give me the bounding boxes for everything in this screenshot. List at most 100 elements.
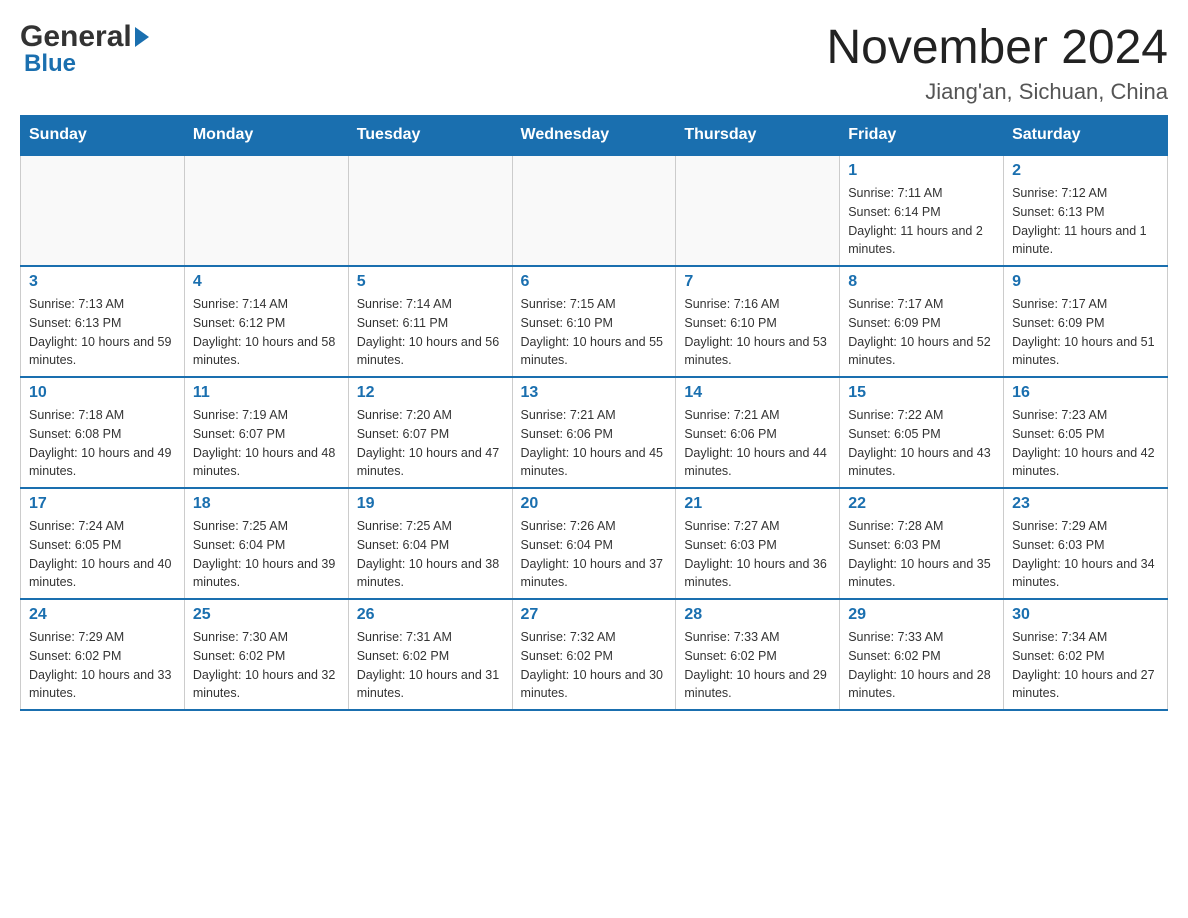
- calendar-cell: 2Sunrise: 7:12 AMSunset: 6:13 PMDaylight…: [1004, 155, 1168, 266]
- calendar-cell: 16Sunrise: 7:23 AMSunset: 6:05 PMDayligh…: [1004, 377, 1168, 488]
- day-info: Sunrise: 7:21 AMSunset: 6:06 PMDaylight:…: [684, 406, 831, 481]
- day-info: Sunrise: 7:11 AMSunset: 6:14 PMDaylight:…: [848, 184, 995, 259]
- day-info: Sunrise: 7:27 AMSunset: 6:03 PMDaylight:…: [684, 517, 831, 592]
- day-number: 9: [1012, 273, 1159, 291]
- day-number: 17: [29, 495, 176, 513]
- calendar-cell: 24Sunrise: 7:29 AMSunset: 6:02 PMDayligh…: [21, 599, 185, 710]
- logo-triangle-icon: [135, 27, 149, 47]
- calendar-cell: 5 Sunrise: 7:14 AMSunset: 6:11 PMDaylight…: [348, 266, 512, 377]
- day-number: 14: [684, 384, 831, 402]
- weekday-header-saturday: Saturday: [1004, 116, 1168, 156]
- day-number: 1: [848, 162, 995, 180]
- weekday-header-friday: Friday: [840, 116, 1004, 156]
- day-number: 27: [521, 606, 668, 624]
- day-info: Sunrise: 7:14 AMSunset: 6:12 PMDaylight:…: [193, 295, 340, 370]
- calendar-cell: 19Sunrise: 7:25 AMSunset: 6:04 PMDayligh…: [348, 488, 512, 599]
- day-number: 8: [848, 273, 995, 291]
- calendar-cell: 13 Sunrise: 7:21 AMSunset: 6:06 PMDayligh…: [512, 377, 676, 488]
- day-number: 4: [193, 273, 340, 291]
- calendar-cell: 14 Sunrise: 7:21 AMSunset: 6:06 PMDayligh…: [676, 377, 840, 488]
- calendar-cell: 22 Sunrise: 7:28 AMSunset: 6:03 PMDayligh…: [840, 488, 1004, 599]
- day-info: Sunrise: 7:17 AMSunset: 6:09 PMDaylight:…: [848, 295, 995, 370]
- logo-blue-text: Blue: [24, 50, 149, 78]
- day-info: Sunrise: 7:22 AMSunset: 6:05 PMDaylight:…: [848, 406, 995, 481]
- day-number: 15: [848, 384, 995, 402]
- day-number: 22: [848, 495, 995, 513]
- calendar-cell: 25 Sunrise: 7:30 AMSunset: 6:02 PMDayligh…: [184, 599, 348, 710]
- calendar-cell: 21Sunrise: 7:27 AMSunset: 6:03 PMDayligh…: [676, 488, 840, 599]
- calendar-cell: [676, 155, 840, 266]
- day-number: 19: [357, 495, 504, 513]
- day-number: 30: [1012, 606, 1159, 624]
- location-title: Jiang'an, Sichuan, China: [826, 79, 1168, 105]
- day-number: 7: [684, 273, 831, 291]
- calendar-cell: 28 Sunrise: 7:33 AMSunset: 6:02 PMDayligh…: [676, 599, 840, 710]
- calendar-cell: 7Sunrise: 7:16 AMSunset: 6:10 PMDaylight…: [676, 266, 840, 377]
- calendar-cell: 29 Sunrise: 7:33 AMSunset: 6:02 PMDayligh…: [840, 599, 1004, 710]
- calendar-table: SundayMondayTuesdayWednesdayThursdayFrid…: [20, 115, 1168, 711]
- weekday-header-monday: Monday: [184, 116, 348, 156]
- day-number: 12: [357, 384, 504, 402]
- weekday-header-thursday: Thursday: [676, 116, 840, 156]
- day-info: Sunrise: 7:29 AMSunset: 6:03 PMDaylight:…: [1012, 517, 1159, 592]
- day-info: Sunrise: 7:24 AMSunset: 6:05 PMDaylight:…: [29, 517, 176, 592]
- calendar-cell: 3Sunrise: 7:13 AMSunset: 6:13 PMDaylight…: [21, 266, 185, 377]
- week-row-5: 24Sunrise: 7:29 AMSunset: 6:02 PMDayligh…: [21, 599, 1168, 710]
- logo-general-text: General: [20, 20, 132, 54]
- calendar-cell: 23Sunrise: 7:29 AMSunset: 6:03 PMDayligh…: [1004, 488, 1168, 599]
- day-info: Sunrise: 7:13 AMSunset: 6:13 PMDaylight:…: [29, 295, 176, 370]
- calendar-cell: 10 Sunrise: 7:18 AMSunset: 6:08 PMDayligh…: [21, 377, 185, 488]
- day-number: 2: [1012, 162, 1159, 180]
- calendar-cell: 12 Sunrise: 7:20 AMSunset: 6:07 PMDayligh…: [348, 377, 512, 488]
- calendar-cell: 15 Sunrise: 7:22 AMSunset: 6:05 PMDayligh…: [840, 377, 1004, 488]
- day-number: 28: [684, 606, 831, 624]
- calendar-cell: 1 Sunrise: 7:11 AMSunset: 6:14 PMDaylight…: [840, 155, 1004, 266]
- weekday-header-sunday: Sunday: [21, 116, 185, 156]
- day-info: Sunrise: 7:20 AMSunset: 6:07 PMDaylight:…: [357, 406, 504, 481]
- day-info: Sunrise: 7:28 AMSunset: 6:03 PMDaylight:…: [848, 517, 995, 592]
- calendar-cell: 17 Sunrise: 7:24 AMSunset: 6:05 PMDayligh…: [21, 488, 185, 599]
- day-info: Sunrise: 7:21 AMSunset: 6:06 PMDaylight:…: [521, 406, 668, 481]
- day-info: Sunrise: 7:32 AMSunset: 6:02 PMDaylight:…: [521, 628, 668, 703]
- day-number: 26: [357, 606, 504, 624]
- title-block: November 2024 Jiang'an, Sichuan, China: [826, 20, 1168, 105]
- calendar-cell: 4 Sunrise: 7:14 AMSunset: 6:12 PMDaylight…: [184, 266, 348, 377]
- weekday-header-row: SundayMondayTuesdayWednesdayThursdayFrid…: [21, 116, 1168, 156]
- day-info: Sunrise: 7:25 AMSunset: 6:04 PMDaylight:…: [193, 517, 340, 592]
- day-info: Sunrise: 7:34 AMSunset: 6:02 PMDaylight:…: [1012, 628, 1159, 703]
- weekday-header-wednesday: Wednesday: [512, 116, 676, 156]
- day-info: Sunrise: 7:15 AMSunset: 6:10 PMDaylight:…: [521, 295, 668, 370]
- day-info: Sunrise: 7:30 AMSunset: 6:02 PMDaylight:…: [193, 628, 340, 703]
- day-number: 6: [521, 273, 668, 291]
- day-info: Sunrise: 7:29 AMSunset: 6:02 PMDaylight:…: [29, 628, 176, 703]
- calendar-cell: 26 Sunrise: 7:31 AMSunset: 6:02 PMDayligh…: [348, 599, 512, 710]
- calendar-cell: [184, 155, 348, 266]
- day-number: 25: [193, 606, 340, 624]
- calendar-cell: [348, 155, 512, 266]
- calendar-cell: 30 Sunrise: 7:34 AMSunset: 6:02 PMDayligh…: [1004, 599, 1168, 710]
- calendar-cell: 11Sunrise: 7:19 AMSunset: 6:07 PMDayligh…: [184, 377, 348, 488]
- day-number: 10: [29, 384, 176, 402]
- day-info: Sunrise: 7:31 AMSunset: 6:02 PMDaylight:…: [357, 628, 504, 703]
- day-info: Sunrise: 7:17 AMSunset: 6:09 PMDaylight:…: [1012, 295, 1159, 370]
- calendar-cell: 18 Sunrise: 7:25 AMSunset: 6:04 PMDayligh…: [184, 488, 348, 599]
- calendar-cell: 6 Sunrise: 7:15 AMSunset: 6:10 PMDaylight…: [512, 266, 676, 377]
- day-info: Sunrise: 7:23 AMSunset: 6:05 PMDaylight:…: [1012, 406, 1159, 481]
- calendar-cell: 27 Sunrise: 7:32 AMSunset: 6:02 PMDayligh…: [512, 599, 676, 710]
- day-number: 29: [848, 606, 995, 624]
- day-number: 18: [193, 495, 340, 513]
- week-row-4: 17 Sunrise: 7:24 AMSunset: 6:05 PMDayligh…: [21, 488, 1168, 599]
- calendar-cell: [21, 155, 185, 266]
- day-info: Sunrise: 7:26 AMSunset: 6:04 PMDaylight:…: [521, 517, 668, 592]
- logo: General Blue: [20, 20, 149, 78]
- day-number: 13: [521, 384, 668, 402]
- calendar-cell: 8 Sunrise: 7:17 AMSunset: 6:09 PMDaylight…: [840, 266, 1004, 377]
- day-number: 20: [521, 495, 668, 513]
- day-info: Sunrise: 7:18 AMSunset: 6:08 PMDaylight:…: [29, 406, 176, 481]
- calendar-cell: 9 Sunrise: 7:17 AMSunset: 6:09 PMDaylight…: [1004, 266, 1168, 377]
- day-info: Sunrise: 7:33 AMSunset: 6:02 PMDaylight:…: [684, 628, 831, 703]
- calendar-cell: 20 Sunrise: 7:26 AMSunset: 6:04 PMDayligh…: [512, 488, 676, 599]
- day-info: Sunrise: 7:14 AMSunset: 6:11 PMDaylight:…: [357, 295, 504, 370]
- day-number: 5: [357, 273, 504, 291]
- day-info: Sunrise: 7:33 AMSunset: 6:02 PMDaylight:…: [848, 628, 995, 703]
